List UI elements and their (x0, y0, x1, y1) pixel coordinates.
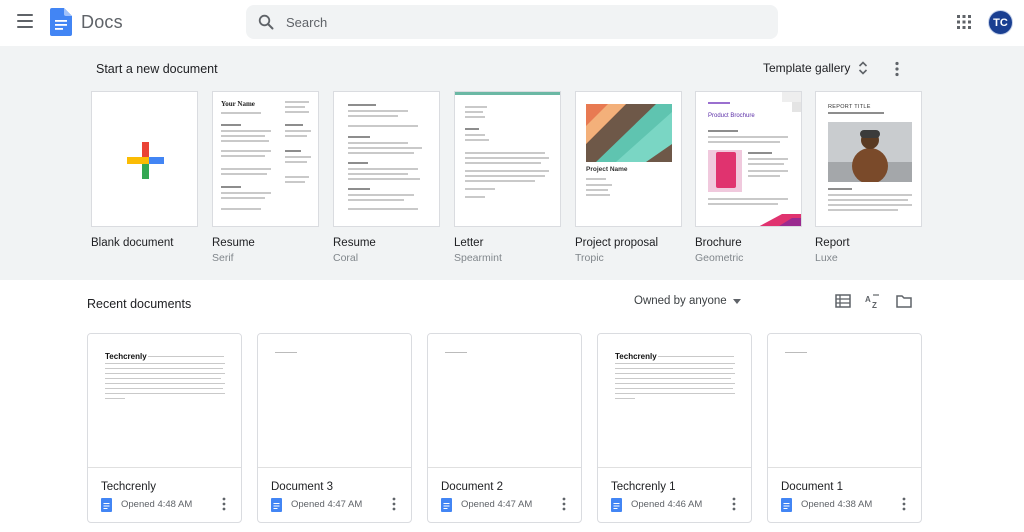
preview-placeholder-line (785, 352, 807, 353)
template-thumbnail[interactable]: REPORT TITLE (815, 91, 922, 227)
template-thumbnail[interactable]: Project Name (575, 91, 682, 227)
doc-file-icon (271, 498, 282, 512)
document-preview[interactable] (258, 334, 411, 468)
svg-text:Z: Z (872, 301, 877, 309)
template-name: Brochure (695, 237, 742, 249)
more-vert-icon[interactable] (221, 497, 227, 511)
template-thumbnail[interactable]: Your Name (212, 91, 319, 227)
top-bar: Docs TC (0, 0, 1024, 46)
template-name: Resume (212, 237, 255, 249)
template-gallery-button[interactable]: Template gallery (763, 61, 868, 75)
search-bar[interactable] (246, 5, 778, 39)
search-icon[interactable] (258, 14, 274, 30)
template-gallery-label: Template gallery (763, 61, 851, 75)
template-name: Letter (454, 237, 484, 249)
thumb-heading: Product Brochure (708, 113, 755, 119)
thumb-heading: Your Name (221, 100, 255, 108)
template-name: Resume (333, 237, 376, 249)
template-name: Project proposal (575, 237, 659, 249)
doc-file-icon (441, 498, 452, 512)
recent-document-card[interactable]: Document 2 Opened 4:47 AM (427, 333, 582, 523)
document-preview[interactable]: Techcrenly (598, 334, 751, 468)
recent-document-card[interactable]: Techcrenly Techcrenly Opened 4:48 AM (87, 333, 242, 523)
apps-grid-icon[interactable] (957, 15, 971, 29)
template-name: Blank document (91, 237, 174, 249)
more-vert-icon[interactable] (894, 61, 900, 77)
thumb-heading: REPORT TITLE (828, 104, 871, 110)
dropdown-arrow-icon (732, 298, 741, 304)
template-thumbnail[interactable]: Product Brochure (695, 91, 802, 227)
doc-file-icon (101, 498, 112, 512)
document-opened-time: Opened 4:47 AM (291, 499, 363, 510)
preview-placeholder-line (445, 352, 467, 353)
document-name: Document 2 (441, 481, 504, 493)
template-subtitle: Tropic (575, 252, 604, 264)
document-name: Techcrenly 1 (611, 481, 676, 493)
recent-document-card[interactable]: Techcrenly Techcrenly 1 Opened 4:46 AM (597, 333, 752, 523)
search-input[interactable] (286, 11, 756, 33)
template-thumbnail[interactable] (91, 91, 198, 227)
template-subtitle: Serif (212, 252, 234, 264)
more-vert-icon[interactable] (391, 497, 397, 511)
unfold-icon (859, 61, 868, 75)
docs-logo-icon[interactable] (50, 8, 72, 36)
more-vert-icon[interactable] (561, 497, 567, 511)
preview-title: Techcrenly (615, 352, 657, 361)
document-name: Document 3 (271, 481, 334, 493)
more-vert-icon[interactable] (901, 497, 907, 511)
document-name: Techcrenly (101, 481, 156, 493)
sort-az-icon[interactable]: A Z (865, 293, 881, 309)
more-vert-icon[interactable] (731, 497, 737, 511)
template-resume-coral[interactable]: Resume Coral (333, 91, 441, 264)
recent-document-card[interactable]: Document 1 Opened 4:38 AM (767, 333, 922, 523)
preview-placeholder-line (275, 352, 297, 353)
template-subtitle: Luxe (815, 252, 838, 264)
document-opened-time: Opened 4:48 AM (121, 499, 193, 510)
app-title[interactable]: Docs (81, 12, 123, 33)
template-letter-spearmint[interactable]: Letter Spearmint (454, 91, 562, 264)
template-resume-serif[interactable]: Your Name Resume Serif (212, 91, 320, 264)
menu-icon[interactable] (17, 14, 33, 28)
owner-filter-label: Owned by anyone (634, 295, 727, 307)
plus-icon (127, 142, 164, 179)
template-section: Start a new document Template gallery Bl… (0, 46, 1024, 280)
template-heading: Start a new document (96, 62, 218, 76)
folder-icon[interactable] (896, 293, 912, 309)
doc-file-icon (781, 498, 792, 512)
document-preview[interactable] (428, 334, 581, 468)
svg-text:A: A (865, 295, 871, 304)
template-brochure[interactable]: Product Brochure Brochure Geometric (695, 91, 803, 264)
preview-title: Techcrenly (105, 352, 147, 361)
template-thumbnail[interactable] (333, 91, 440, 227)
template-subtitle: Spearmint (454, 252, 502, 264)
document-name: Document 1 (781, 481, 844, 493)
document-preview[interactable] (768, 334, 921, 468)
template-report[interactable]: REPORT TITLE Report Luxe (815, 91, 923, 264)
recent-document-card[interactable]: Document 3 Opened 4:47 AM (257, 333, 412, 523)
template-blank[interactable]: Blank document (91, 91, 199, 252)
doc-file-icon (611, 498, 622, 512)
template-subtitle: Geometric (695, 252, 744, 264)
template-thumbnail[interactable] (454, 91, 561, 227)
avatar[interactable]: TC (988, 10, 1013, 35)
document-preview[interactable]: Techcrenly (88, 334, 241, 468)
list-view-icon[interactable] (835, 293, 851, 309)
template-subtitle: Coral (333, 252, 359, 264)
recent-heading: Recent documents (87, 297, 192, 311)
document-opened-time: Opened 4:47 AM (461, 499, 533, 510)
thumb-heading: Project Name (586, 166, 628, 173)
template-name: Report (815, 237, 850, 249)
document-opened-time: Opened 4:46 AM (631, 499, 703, 510)
template-project-proposal[interactable]: Project Name Project proposal Tropic (575, 91, 683, 264)
document-opened-time: Opened 4:38 AM (801, 499, 873, 510)
owner-filter-dropdown[interactable]: Owned by anyone (634, 295, 741, 307)
